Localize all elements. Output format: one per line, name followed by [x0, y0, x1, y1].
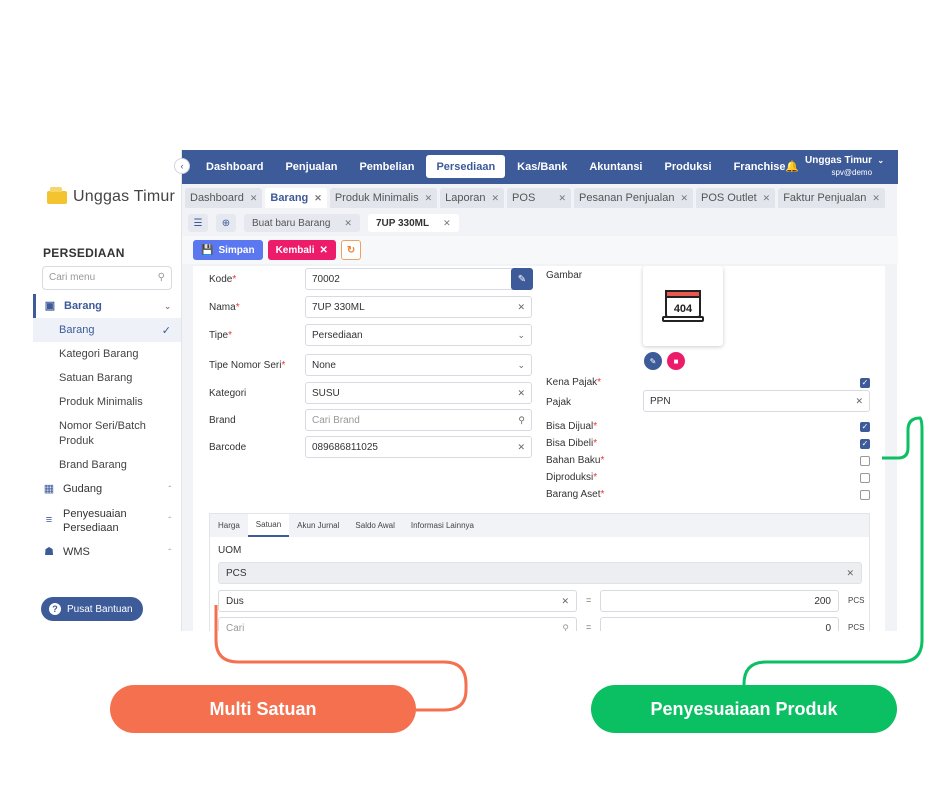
stage: Unggas Timur PERSEDIAAN Cari menu ⚲ ▣ Ba… — [0, 0, 940, 788]
callout-connectors — [214, 416, 924, 712]
chevron-left-icon: ‹ — [180, 161, 184, 171]
callout-penyesuaian-produk: Penyesuaiaan Produk — [591, 685, 897, 733]
connector-penyesuaian — [742, 416, 924, 686]
sidebar-collapse-button[interactable]: ‹ — [174, 158, 190, 174]
callout-multi-satuan: Multi Satuan — [110, 685, 416, 733]
